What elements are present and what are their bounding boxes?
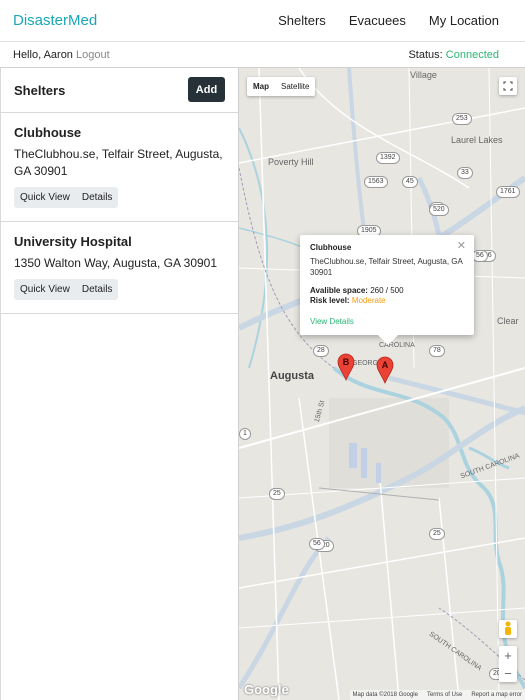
nav-my-location[interactable]: My Location: [429, 13, 499, 28]
map-type-satellite[interactable]: Satellite: [275, 77, 315, 96]
greeting: Hello, Aaron Logout: [13, 49, 110, 61]
zoom-control: + −: [499, 646, 517, 682]
road-shield: 520: [429, 204, 449, 216]
shelter-name: University Hospital: [14, 234, 132, 249]
info-address: TheClubhou.se, Telfair Street, Augusta, …: [310, 257, 463, 277]
road-shield: 25: [269, 488, 285, 500]
top-navbar: DisasterMed Shelters Evacuees My Locatio…: [0, 0, 525, 42]
map-attribution: Map data ©2018 Google Terms of Use Repor…: [349, 690, 525, 700]
add-shelter-button[interactable]: Add: [188, 77, 225, 102]
info-risk-label: Risk level:: [310, 296, 350, 305]
status-value: Connected: [445, 49, 499, 61]
details-button[interactable]: Details: [76, 187, 119, 208]
map-label-laurel-lakes: Laurel Lakes: [451, 135, 503, 145]
quick-view-button[interactable]: Quick View: [14, 187, 76, 208]
report-error-link[interactable]: Report a map error: [471, 692, 522, 698]
status-label: Status:: [408, 49, 443, 61]
road-shield: 1392: [376, 152, 400, 164]
fullscreen-icon[interactable]: [499, 77, 517, 95]
road-shield: 1: [239, 428, 251, 440]
info-space-label: Avalible space:: [310, 286, 368, 295]
map-type-map[interactable]: Map: [247, 77, 275, 96]
shelters-sidebar: Shelters Add Clubhouse TheClubhou.se, Te…: [0, 68, 239, 700]
info-space: Avalible space: 260 / 500: [310, 286, 464, 295]
road-shield: 45: [402, 176, 418, 188]
shelter-info-window: ✕ Clubhouse TheClubhou.se, Telfair Stree…: [300, 235, 474, 345]
greeting-text: Hello, Aaron: [13, 49, 73, 61]
google-logo: Google: [244, 682, 289, 697]
shelter-item[interactable]: Clubhouse TheClubhou.se, Telfair Street,…: [1, 113, 238, 222]
map-label-poverty-hill: Poverty Hill: [268, 157, 314, 167]
sidebar-header: Shelters Add: [1, 68, 238, 113]
road-shield: 33: [457, 167, 473, 179]
shelter-actions: Quick View Details: [14, 187, 119, 208]
road-shield: 25: [429, 528, 445, 540]
sidebar-title: Shelters: [14, 83, 66, 98]
info-risk-value: Moderate: [351, 296, 386, 305]
zoom-in-button[interactable]: +: [499, 646, 517, 664]
marker-b-label: B: [342, 357, 350, 367]
map-label-village: Village: [410, 70, 437, 80]
map-view[interactable]: Village Laurel Lakes Poverty Hill August…: [239, 68, 525, 700]
road-shield: 28: [313, 345, 329, 357]
map-marker-b[interactable]: B: [337, 353, 355, 381]
brand-logo[interactable]: DisasterMed: [13, 12, 97, 29]
nav-shelters[interactable]: Shelters: [278, 13, 326, 28]
marker-a-label: A: [381, 360, 389, 370]
connection-status: Status: Connected: [408, 49, 499, 61]
shelter-item[interactable]: University Hospital 1350 Walton Way, Aug…: [1, 222, 238, 314]
info-space-value: 260 / 500: [370, 286, 404, 295]
map-label-clear: Clear: [497, 316, 519, 326]
map-label-augusta: Augusta: [270, 370, 314, 382]
view-details-link[interactable]: View Details: [310, 317, 464, 326]
road-shield: 56: [472, 250, 488, 262]
map-marker-a[interactable]: A: [376, 356, 394, 384]
main-nav: Shelters Evacuees My Location: [278, 13, 499, 28]
road-shield: 78: [429, 345, 445, 357]
close-icon[interactable]: ✕: [457, 239, 466, 252]
road-shield: 253: [452, 113, 472, 125]
shelter-name: Clubhouse: [14, 125, 82, 140]
map-type-control: Map Satellite: [247, 77, 316, 96]
info-risk: Risk level: Moderate: [310, 296, 464, 305]
shelter-address: TheClubhou.se, Telfair Street, Augusta, …: [14, 147, 223, 178]
map-data-credit: Map data ©2018 Google: [352, 692, 418, 698]
quick-view-button[interactable]: Quick View: [14, 279, 76, 300]
info-title: Clubhouse: [310, 243, 352, 252]
user-bar: Hello, Aaron Logout Status: Connected: [0, 42, 525, 68]
road-shield: 1563: [364, 176, 388, 188]
logout-link[interactable]: Logout: [76, 49, 110, 61]
road-shield: 1761: [496, 186, 520, 198]
shelter-actions: Quick View Details: [14, 279, 119, 300]
terms-link[interactable]: Terms of Use: [427, 692, 462, 698]
nav-evacuees[interactable]: Evacuees: [349, 13, 406, 28]
shelter-address: 1350 Walton Way, Augusta, GA 30901: [14, 256, 218, 270]
pegman-icon[interactable]: [499, 620, 517, 638]
details-button[interactable]: Details: [76, 279, 119, 300]
zoom-out-button[interactable]: −: [499, 664, 517, 682]
road-shield: 56: [309, 538, 325, 550]
